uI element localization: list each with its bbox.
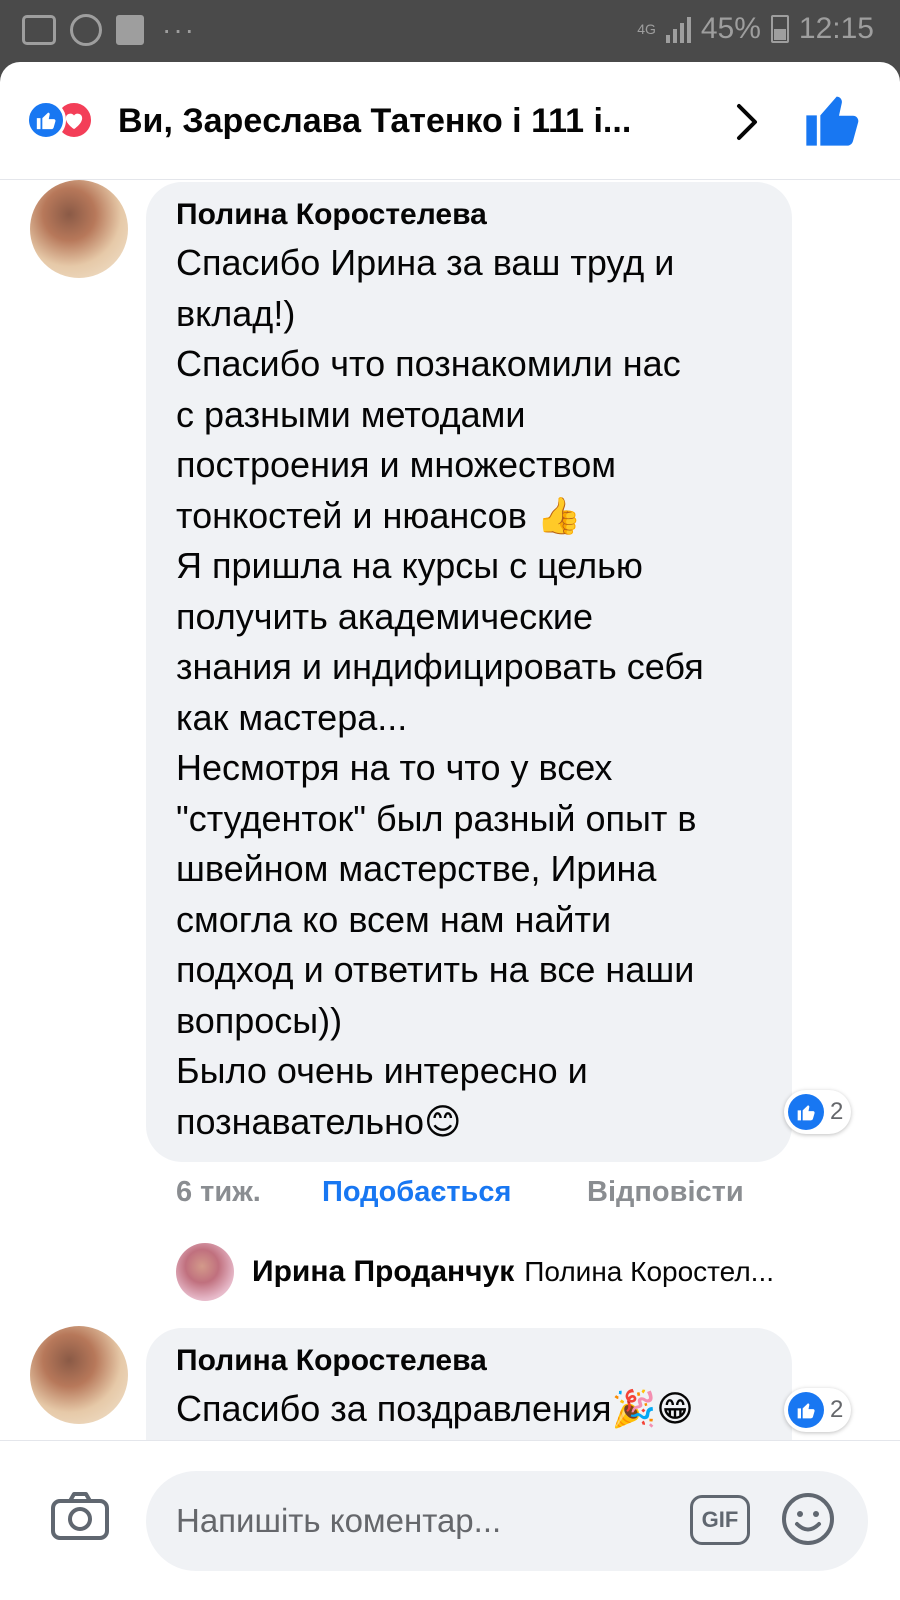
like-reaction-icon bbox=[788, 1094, 824, 1130]
reaction-count: 2 bbox=[830, 1396, 844, 1423]
reply-author[interactable]: Ирина Проданчук bbox=[252, 1255, 514, 1289]
comment-input-container[interactable]: GIF bbox=[146, 1471, 868, 1571]
comments-sheet: Ви, Зарeслава Татенко і 111 і... Полина … bbox=[0, 62, 900, 1600]
comment-reactions[interactable]: 2 bbox=[784, 1090, 852, 1134]
comment-time: 6 тиж. bbox=[176, 1176, 261, 1208]
gallery-icon bbox=[22, 15, 56, 45]
battery-percent: 45% bbox=[700, 12, 761, 45]
like-reaction-icon bbox=[26, 100, 66, 140]
reaction-icons bbox=[26, 98, 94, 142]
comment-actions: 6 тиж. Подобається Відповісти bbox=[176, 1176, 744, 1209]
comment-composer: GIF bbox=[0, 1440, 900, 1600]
network-type: 4G bbox=[637, 21, 656, 37]
emoji-icon[interactable] bbox=[780, 1491, 836, 1547]
comment-input[interactable] bbox=[176, 1493, 656, 1549]
signal-icon bbox=[665, 15, 691, 43]
avatar[interactable] bbox=[176, 1243, 234, 1301]
reactions-header[interactable]: Ви, Зарeслава Татенко і 111 і... bbox=[0, 62, 900, 180]
avatar[interactable] bbox=[30, 1326, 128, 1424]
like-reaction-icon bbox=[788, 1392, 824, 1428]
reactions-summary[interactable]: Ви, Зарeслава Татенко і 111 і... bbox=[118, 102, 693, 141]
clock: 12:15 bbox=[798, 12, 874, 45]
status-bar: ··· 4G 45% 12:15 bbox=[0, 0, 900, 62]
comment-text: Спасибо за поздравления🎉😁 bbox=[176, 1388, 694, 1429]
reply-preview[interactable]: Ирина Проданчук Полина Коростел... bbox=[176, 1242, 814, 1302]
battery-icon bbox=[770, 15, 789, 43]
reaction-count: 2 bbox=[830, 1098, 844, 1125]
comment-text: Спасибо Ирина за ваш труд и вклад!) Спас… bbox=[176, 242, 704, 1142]
reply-button[interactable]: Відповісти bbox=[587, 1176, 744, 1209]
like-button[interactable]: Подобається bbox=[322, 1176, 587, 1209]
reply-text: Полина Коростел... bbox=[524, 1256, 774, 1287]
chevron-right-icon[interactable] bbox=[727, 100, 767, 144]
comment-reactions[interactable]: 2 bbox=[784, 1388, 852, 1432]
comment-author[interactable]: Полина Коростелева bbox=[176, 198, 487, 232]
camera-icon[interactable] bbox=[50, 1491, 110, 1541]
avatar[interactable] bbox=[30, 180, 128, 278]
gif-button[interactable]: GIF bbox=[690, 1495, 750, 1545]
viber-icon bbox=[70, 14, 102, 46]
comment-author[interactable]: Полина Коростелева bbox=[176, 1344, 487, 1378]
facebook-icon bbox=[116, 15, 144, 45]
thumbs-up-icon[interactable] bbox=[804, 92, 860, 148]
more-dots-icon: ··· bbox=[162, 14, 196, 45]
